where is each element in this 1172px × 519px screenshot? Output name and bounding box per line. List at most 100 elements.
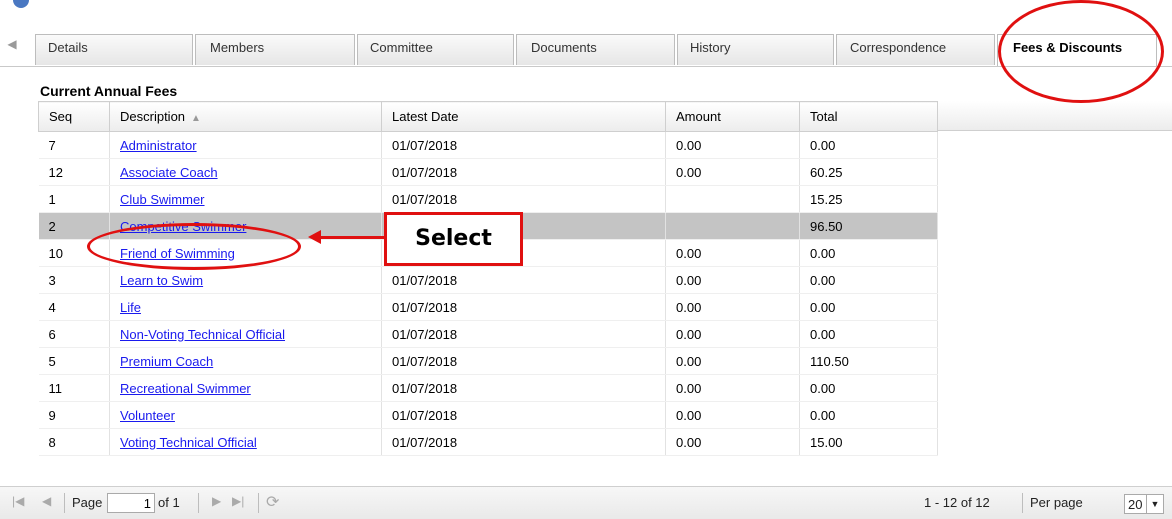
description-link[interactable]: Premium Coach	[120, 354, 213, 369]
description-link[interactable]: Administrator	[120, 138, 197, 153]
cell-total: 0.00	[799, 320, 938, 348]
tab-history[interactable]: History	[677, 34, 834, 65]
table-row[interactable]: 4 Life 01/07/2018 0.00 0.00	[38, 293, 938, 321]
page-label: Page	[72, 495, 103, 510]
tab-label: Details	[48, 40, 88, 55]
table-row[interactable]: 8 Voting Technical Official 01/07/2018 0.00…	[38, 428, 938, 456]
tab-details[interactable]: Details	[35, 34, 193, 65]
tab-correspondence[interactable]: Correspondence	[836, 34, 995, 65]
cell-description: Friend of Swimming	[109, 239, 382, 267]
divider	[198, 493, 199, 513]
cell-amount: 0.00	[665, 158, 800, 186]
per-page-label: Per page	[1030, 495, 1083, 510]
cell-total: 15.00	[799, 428, 938, 456]
cell-amount	[665, 185, 800, 213]
cell-latest-date: 01/07/2018	[381, 266, 666, 294]
next-page-icon[interactable]: ▶	[212, 494, 221, 508]
divider	[1022, 493, 1023, 513]
column-header-latest-date[interactable]: Latest Date	[381, 101, 666, 132]
cell-amount	[665, 212, 800, 240]
cell-description: Premium Coach	[109, 347, 382, 375]
page-count: of 1	[158, 495, 180, 510]
tab-fees-discounts[interactable]: Fees & Discounts	[997, 34, 1157, 66]
header-label: Latest Date	[392, 109, 459, 124]
cell-latest-date: 01/07/2018	[381, 374, 666, 402]
divider	[64, 493, 65, 513]
header-label: Total	[810, 109, 838, 124]
column-header-amount[interactable]: Amount	[665, 101, 800, 132]
tab-label: Documents	[531, 40, 597, 55]
table-row[interactable]: 7 Administrator 01/07/2018 0.00 0.00	[38, 131, 938, 159]
description-link[interactable]: Recreational Swimmer	[120, 381, 251, 396]
tab-documents[interactable]: Documents	[516, 34, 675, 65]
info-icon	[13, 0, 29, 8]
table-row[interactable]: 12 Associate Coach 01/07/2018 0.00 60.25	[38, 158, 938, 186]
description-link[interactable]: Associate Coach	[120, 165, 218, 180]
table-row[interactable]: 3 Learn to Swim 01/07/2018 0.00 0.00	[38, 266, 938, 294]
table-row[interactable]: 5 Premium Coach 01/07/2018 0.00 110.50	[38, 347, 938, 375]
cell-total: 15.25	[799, 185, 938, 213]
table-row[interactable]: 1 Club Swimmer 01/07/2018 15.25	[38, 185, 938, 213]
table-row[interactable]: 9 Volunteer 01/07/2018 0.00 0.00	[38, 401, 938, 429]
table-row[interactable]: 11 Recreational Swimmer 01/07/2018 0.00 0.00	[38, 374, 938, 402]
chevron-down-icon: ▼	[1146, 495, 1163, 513]
table-row[interactable]: 6 Non-Voting Technical Official 01/07/2018…	[38, 320, 938, 348]
section-title: Current Annual Fees	[40, 83, 178, 99]
cell-latest-date: 01/07/2018	[381, 293, 666, 321]
tab-label: Committee	[370, 40, 433, 55]
cell-amount: 0.00	[665, 347, 800, 375]
cell-description: Associate Coach	[109, 158, 382, 186]
description-link[interactable]: Volunteer	[120, 408, 175, 423]
tab-committee[interactable]: Committee	[357, 34, 514, 65]
tab-bar: ◀ Details Members Committee Documents Hi…	[0, 28, 1172, 67]
cell-seq: 12	[38, 158, 110, 186]
cell-amount: 0.00	[665, 293, 800, 321]
page-number-input[interactable]	[107, 493, 155, 513]
cell-seq: 1	[38, 185, 110, 213]
cell-total: 60.25	[799, 158, 938, 186]
last-page-icon[interactable]: ▶|	[232, 494, 244, 508]
arrow-left-icon[interactable]: ◀	[4, 34, 20, 54]
description-link[interactable]: Club Swimmer	[120, 192, 205, 207]
cell-description: Life	[109, 293, 382, 321]
tab-members[interactable]: Members	[195, 34, 355, 65]
description-link[interactable]: Competitive Swimmer	[120, 219, 246, 234]
range-text: 1 - 12 of 12	[924, 495, 990, 510]
cell-amount: 0.00	[665, 428, 800, 456]
pagination-bar: |◀ ◀ Page of 1 ▶ ▶| ⟳ 1 - 12 of 12 Per p…	[0, 486, 1172, 519]
cell-latest-date: 01/07/2018	[381, 131, 666, 159]
cell-seq: 9	[38, 401, 110, 429]
description-link[interactable]: Voting Technical Official	[120, 435, 257, 450]
cell-seq: 8	[38, 428, 110, 456]
column-header-seq[interactable]: Seq	[38, 101, 110, 132]
cell-total: 0.00	[799, 293, 938, 321]
tab-label: Correspondence	[850, 40, 947, 55]
description-link[interactable]: Learn to Swim	[120, 273, 203, 288]
cell-amount: 0.00	[665, 401, 800, 429]
column-header-description[interactable]: Description ▲	[109, 101, 382, 132]
cell-total: 0.00	[799, 266, 938, 294]
cell-description: Learn to Swim	[109, 266, 382, 294]
refresh-icon[interactable]: ⟳	[266, 492, 279, 512]
per-page-select[interactable]: 20 ▼	[1124, 494, 1164, 514]
header-label: Description	[120, 109, 186, 124]
cell-description: Recreational Swimmer	[109, 374, 382, 402]
description-link[interactable]: Life	[120, 300, 141, 315]
cell-description: Volunteer	[109, 401, 382, 429]
first-page-icon[interactable]: |◀	[12, 494, 24, 508]
cell-seq: 2	[38, 212, 110, 240]
description-link[interactable]: Friend of Swimming	[120, 246, 235, 261]
cell-amount: 0.00	[665, 374, 800, 402]
cell-total: 0.00	[799, 131, 938, 159]
header-label: Seq	[49, 109, 73, 124]
cell-seq: 3	[38, 266, 110, 294]
description-link[interactable]: Non-Voting Technical Official	[120, 327, 285, 342]
cell-total: 96.50	[799, 212, 938, 240]
cell-description: Voting Technical Official	[109, 428, 382, 456]
column-header-total[interactable]: Total	[799, 101, 938, 132]
cell-latest-date: 01/07/2018	[381, 185, 666, 213]
annotation-arrow	[318, 236, 384, 239]
cell-description: Non-Voting Technical Official	[109, 320, 382, 348]
annotation-label: Select	[384, 212, 523, 266]
prev-page-icon[interactable]: ◀	[42, 494, 51, 508]
